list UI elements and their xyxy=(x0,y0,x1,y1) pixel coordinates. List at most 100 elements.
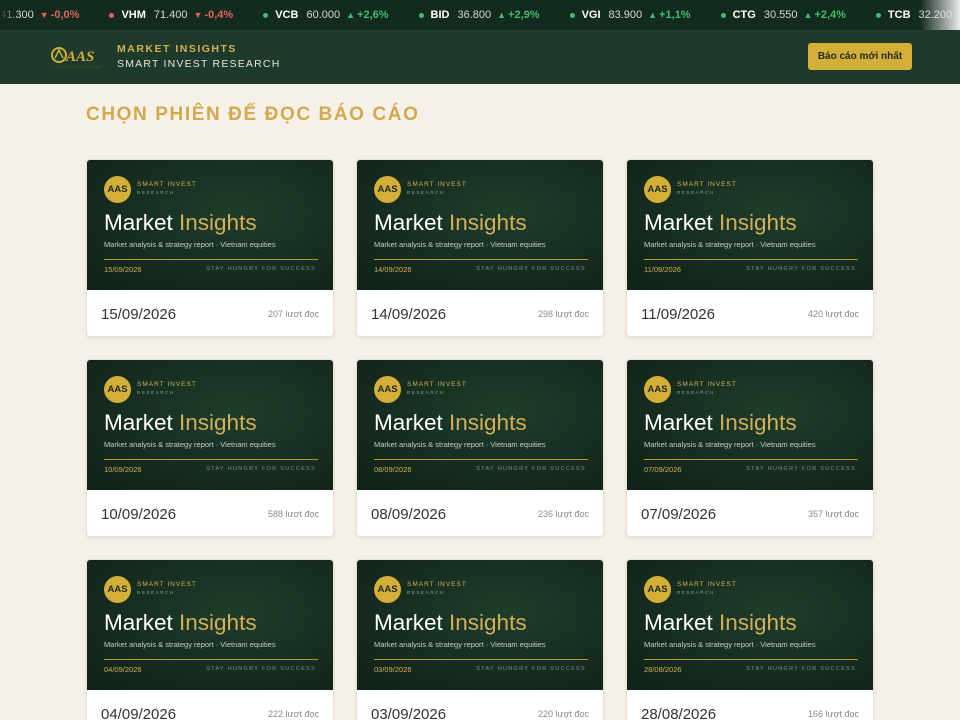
thumb-date: 14/09/2026 xyxy=(374,265,412,274)
view-count: 220 lượt đọc xyxy=(538,709,589,719)
thumb-title-b: Insights xyxy=(179,410,257,435)
report-card[interactable]: AAS SMART INVEST RESEARCH Market Insight… xyxy=(356,559,604,720)
thumb-divider xyxy=(644,459,858,460)
thumb-title-b: Insights xyxy=(179,210,257,235)
aas-badge-icon: AAS xyxy=(374,176,401,203)
thumb-brand-line1: SMART INVEST xyxy=(137,581,197,588)
trend-dot-icon xyxy=(263,12,269,18)
report-thumbnail[interactable]: AAS SMART INVEST RESEARCH Market Insight… xyxy=(87,160,333,290)
thumb-brand: SMART INVEST RESEARCH xyxy=(407,181,467,195)
arrow-up-icon: ▲ xyxy=(346,10,356,20)
report-thumbnail[interactable]: AAS SMART INVEST RESEARCH Market Insight… xyxy=(357,560,603,690)
ticker-change-value: -0,4% xyxy=(204,9,234,21)
card-footer: 14/09/2026 298 lượt đọc xyxy=(357,290,603,336)
svg-text:AAS: AAS xyxy=(65,49,94,65)
report-card[interactable]: AAS SMART INVEST RESEARCH Market Insight… xyxy=(86,359,334,537)
ticker-item: CTG 30.550 ▲ +2,4% xyxy=(720,9,846,21)
ticker-change-value: +1,1% xyxy=(659,9,691,21)
stock-ticker: 241.300▼-0,0%VHM71.400▼-0,4%VCB60.000▲+2… xyxy=(0,0,960,30)
thumb-brand-line2: RESEARCH xyxy=(407,590,445,595)
thumb-subtitle: Market analysis & strategy report · Viet… xyxy=(104,640,276,649)
thumb-slogan: STAY HUNGRY FOR SUCCESS xyxy=(746,266,856,272)
report-thumbnail[interactable]: AAS SMART INVEST RESEARCH Market Insight… xyxy=(627,160,873,290)
arrow-up-icon: ▲ xyxy=(803,10,813,20)
report-thumbnail[interactable]: AAS SMART INVEST RESEARCH Market Insight… xyxy=(357,160,603,290)
aas-logo-icon[interactable]: AAS xyxy=(50,42,106,72)
view-count: 357 lượt đọc xyxy=(808,509,859,519)
thumb-brand: SMART INVEST RESEARCH xyxy=(677,381,737,395)
report-card[interactable]: AAS SMART INVEST RESEARCH Market Insight… xyxy=(86,559,334,720)
view-count: 166 lượt đọc xyxy=(808,709,859,719)
thumb-brand-line1: SMART INVEST xyxy=(677,181,737,188)
report-thumbnail[interactable]: AAS SMART INVEST RESEARCH Market Insight… xyxy=(627,560,873,690)
thumb-title-a: Market xyxy=(644,210,713,235)
thumb-brand-line2: RESEARCH xyxy=(137,190,175,195)
card-footer: 11/09/2026 420 lượt đọc xyxy=(627,290,873,336)
thumb-brand-line1: SMART INVEST xyxy=(407,181,467,188)
report-card[interactable]: AAS SMART INVEST RESEARCH Market Insight… xyxy=(626,359,874,537)
thumb-divider xyxy=(374,259,588,260)
thumb-title-a: Market xyxy=(644,610,713,635)
thumb-brand-line2: RESEARCH xyxy=(137,390,175,395)
view-count: 207 lượt đọc xyxy=(268,309,319,319)
report-card[interactable]: AAS SMART INVEST RESEARCH Market Insight… xyxy=(626,559,874,720)
thumb-brand-line1: SMART INVEST xyxy=(137,181,197,188)
thumb-subtitle: Market analysis & strategy report · Viet… xyxy=(644,440,816,449)
thumb-brand: SMART INVEST RESEARCH xyxy=(407,581,467,595)
trend-dot-icon xyxy=(109,12,115,18)
report-card[interactable]: AAS SMART INVEST RESEARCH Market Insight… xyxy=(626,159,874,337)
aas-badge-icon: AAS xyxy=(644,176,671,203)
thumb-title: Market Insights xyxy=(374,410,527,436)
ticker-item: VHM 71.400 ▼ -0,4% xyxy=(109,9,233,21)
thumb-brand-line1: SMART INVEST xyxy=(407,581,467,588)
thumb-divider xyxy=(374,659,588,660)
report-card[interactable]: AAS SMART INVEST RESEARCH Market Insight… xyxy=(356,359,604,537)
latest-report-button[interactable]: Báo cáo mới nhất xyxy=(808,43,912,70)
aas-badge-icon: AAS xyxy=(374,576,401,603)
card-footer: 07/09/2026 357 lượt đọc xyxy=(627,490,873,536)
trend-dot-icon xyxy=(875,12,881,18)
report-thumbnail[interactable]: AAS SMART INVEST RESEARCH Market Insight… xyxy=(357,360,603,490)
card-footer: 04/09/2026 222 lượt đọc xyxy=(87,690,333,720)
report-card[interactable]: AAS SMART INVEST RESEARCH Market Insight… xyxy=(356,159,604,337)
thumb-brand: SMART INVEST RESEARCH xyxy=(407,381,467,395)
ticker-symbol: BID xyxy=(430,9,450,21)
report-card[interactable]: AAS SMART INVEST RESEARCH Market Insight… xyxy=(86,159,334,337)
ticker-change-value: +2,4% xyxy=(814,9,846,21)
brand-subtitle: SMART INVEST RESEARCH xyxy=(117,58,281,70)
thumb-title-b: Insights xyxy=(719,210,797,235)
thumb-slogan: STAY HUNGRY FOR SUCCESS xyxy=(476,466,586,472)
thumb-title: Market Insights xyxy=(644,410,797,436)
arrow-down-icon: ▼ xyxy=(193,10,203,20)
arrow-up-icon: ▲ xyxy=(497,10,507,20)
thumb-title-a: Market xyxy=(644,410,713,435)
report-thumbnail[interactable]: AAS SMART INVEST RESEARCH Market Insight… xyxy=(87,560,333,690)
view-count: 236 lượt đọc xyxy=(538,509,589,519)
ticker-fade-left xyxy=(0,0,18,30)
report-date: 08/09/2026 xyxy=(371,505,447,523)
ticker-change: ▲ +2,4% xyxy=(803,9,845,21)
report-thumbnail[interactable]: AAS SMART INVEST RESEARCH Market Insight… xyxy=(87,360,333,490)
thumb-brand-line2: RESEARCH xyxy=(407,190,445,195)
thumb-subtitle: Market analysis & strategy report · Viet… xyxy=(374,640,546,649)
ticker-change-value: -0,0% xyxy=(50,9,80,21)
report-thumbnail[interactable]: AAS SMART INVEST RESEARCH Market Insight… xyxy=(627,360,873,490)
thumb-brand: SMART INVEST RESEARCH xyxy=(137,181,197,195)
trend-dot-icon xyxy=(720,12,726,18)
report-date: 03/09/2026 xyxy=(371,705,447,720)
thumb-brand-line1: SMART INVEST xyxy=(677,381,737,388)
thumb-title-b: Insights xyxy=(449,410,527,435)
view-count: 298 lượt đọc xyxy=(538,309,589,319)
thumb-slogan: STAY HUNGRY FOR SUCCESS xyxy=(206,266,316,272)
view-count: 420 lượt đọc xyxy=(808,309,859,319)
thumb-brand-line1: SMART INVEST xyxy=(407,381,467,388)
thumb-brand: SMART INVEST RESEARCH xyxy=(137,381,197,395)
ticker-price: 60.000 xyxy=(306,9,341,21)
card-footer: 15/09/2026 207 lượt đọc xyxy=(87,290,333,336)
ticker-price: 71.400 xyxy=(153,9,188,21)
thumb-title-a: Market xyxy=(374,410,443,435)
thumb-brand: SMART INVEST RESEARCH xyxy=(137,581,197,595)
ticker-symbol: VGI xyxy=(581,9,601,21)
aas-badge-icon: AAS xyxy=(104,376,131,403)
card-footer: 10/09/2026 588 lượt đọc xyxy=(87,490,333,536)
